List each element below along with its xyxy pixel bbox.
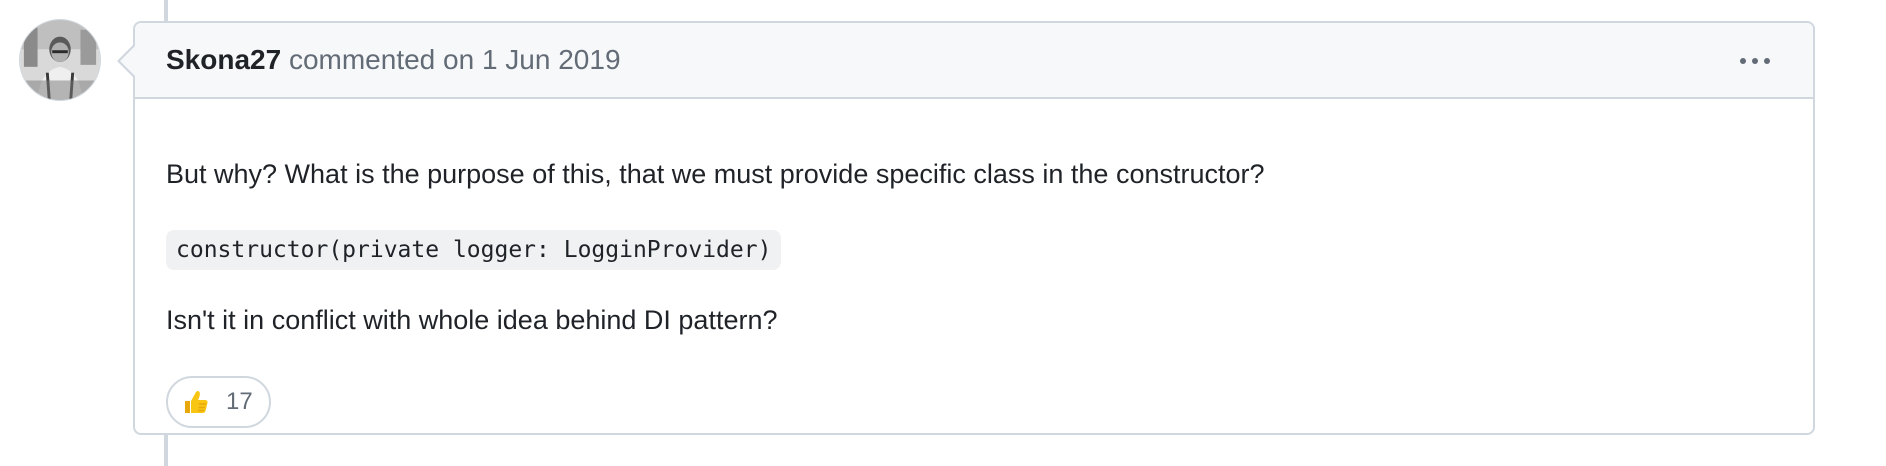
comment-paragraph: Isn't it in conflict with whole idea beh…: [166, 305, 778, 335]
comment-header-text: Skona27 commented on 1 Jun 2019: [166, 43, 621, 77]
comment-box: Skona27 commented on 1 Jun 2019 But why?…: [117, 21, 1815, 435]
thumbs-up-icon: [185, 391, 208, 413]
avatar-photo: [20, 20, 100, 100]
inline-code: constructor(private logger: LogginProvid…: [166, 230, 782, 270]
author-link[interactable]: Skona27: [166, 44, 281, 75]
comment-timestamp[interactable]: 1 Jun 2019: [482, 44, 621, 75]
reaction-thumbs-up-button[interactable]: 17: [166, 376, 271, 428]
kebab-dot: [1764, 58, 1770, 64]
kebab-dot: [1740, 58, 1746, 64]
reaction-count: 17: [226, 388, 253, 415]
comment-action-text: commented on: [288, 44, 475, 75]
comment-paragraph: But why? What is the purpose of this, th…: [166, 159, 1265, 189]
avatar[interactable]: [19, 19, 101, 101]
kebab-horizontal-icon[interactable]: [1733, 45, 1777, 77]
kebab-dot: [1752, 58, 1758, 64]
comment-header: Skona27 commented on 1 Jun 2019: [135, 23, 1813, 99]
comment-caret-fill: [120, 46, 135, 76]
